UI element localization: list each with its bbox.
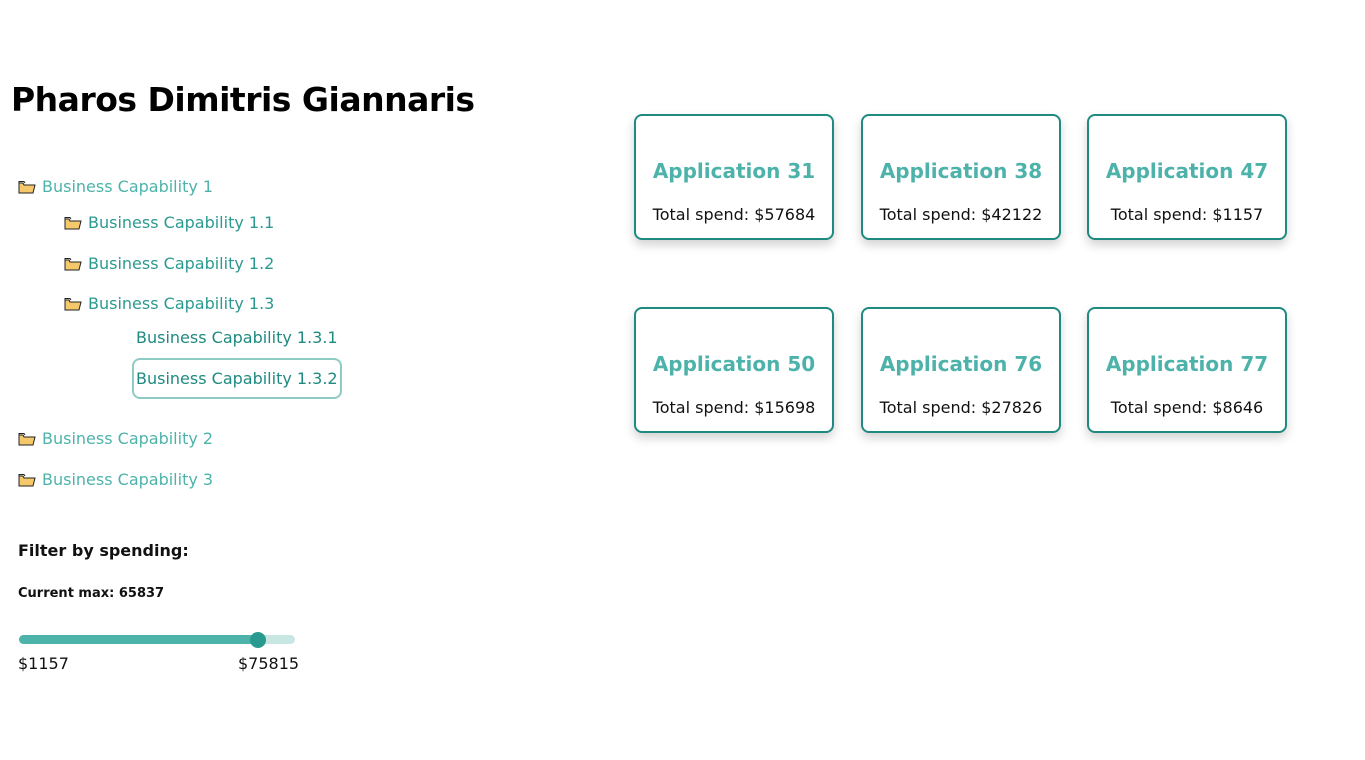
folder-icon [64, 216, 82, 229]
folder-icon [18, 473, 36, 486]
range-min-label: $1157 [18, 654, 69, 673]
filter-heading: Filter by spending: [18, 541, 189, 560]
tree-item-label: Business Capability 1.2 [88, 254, 275, 273]
tree-item-label: Business Capability 2 [42, 429, 214, 448]
card-title: Application 76 [879, 352, 1043, 376]
card-title: Application 77 [1105, 352, 1269, 376]
tree-item-label: Business Capability 1.3.2 [136, 369, 338, 388]
tree-item-business-capability-2[interactable]: Business Capability 2 [18, 429, 213, 448]
tree-item-label: Business Capability 1.3 [88, 294, 275, 313]
tree-item-business-capability-1-3-1[interactable]: Business Capability 1.3.1 [136, 328, 338, 347]
page-title: Pharos Dimitris Giannaris [11, 80, 475, 119]
application-card[interactable]: Application 50 Total spend: $15698 [634, 307, 834, 433]
tree-item-label: Business Capability 1.3.1 [136, 328, 338, 347]
card-title: Application 47 [1105, 159, 1269, 183]
spending-slider[interactable] [19, 632, 295, 648]
application-card[interactable]: Application 47 Total spend: $1157 [1087, 114, 1287, 240]
tree-item-business-capability-3[interactable]: Business Capability 3 [18, 470, 213, 489]
tree-item-business-capability-1-3[interactable]: Business Capability 1.3 [64, 294, 274, 313]
card-total-spend: Total spend: $57684 [652, 205, 816, 224]
folder-icon [18, 180, 36, 193]
card-total-spend: Total spend: $1157 [1110, 205, 1264, 224]
card-title: Application 31 [652, 159, 816, 183]
tree-item-business-capability-1-2[interactable]: Business Capability 1.2 [64, 254, 274, 273]
tree-item-label: Business Capability 3 [42, 470, 214, 489]
tree-item-business-capability-1-1[interactable]: Business Capability 1.1 [64, 213, 274, 232]
application-card[interactable]: Application 76 Total spend: $27826 [861, 307, 1061, 433]
card-total-spend: Total spend: $27826 [879, 398, 1043, 417]
tree-item-label: Business Capability 1 [42, 177, 214, 196]
tree-item-business-capability-1[interactable]: Business Capability 1 [18, 177, 213, 196]
application-card[interactable]: Application 38 Total spend: $42122 [861, 114, 1061, 240]
application-card[interactable]: Application 77 Total spend: $8646 [1087, 307, 1287, 433]
folder-icon [18, 432, 36, 445]
card-total-spend: Total spend: $8646 [1110, 398, 1264, 417]
slider-fill [19, 635, 259, 644]
card-total-spend: Total spend: $42122 [879, 205, 1043, 224]
application-card[interactable]: Application 31 Total spend: $57684 [634, 114, 834, 240]
tree-item-label: Business Capability 1.1 [88, 213, 275, 232]
current-max-label: Current max: 65837 [18, 586, 165, 601]
tree-item-business-capability-1-3-2[interactable]: Business Capability 1.3.2 [132, 358, 342, 399]
card-title: Application 50 [652, 352, 816, 376]
folder-icon [64, 257, 82, 270]
range-max-label: $75815 [238, 654, 300, 673]
card-total-spend: Total spend: $15698 [652, 398, 816, 417]
slider-thumb[interactable] [250, 632, 267, 648]
folder-icon [64, 297, 82, 310]
card-title: Application 38 [879, 159, 1043, 183]
